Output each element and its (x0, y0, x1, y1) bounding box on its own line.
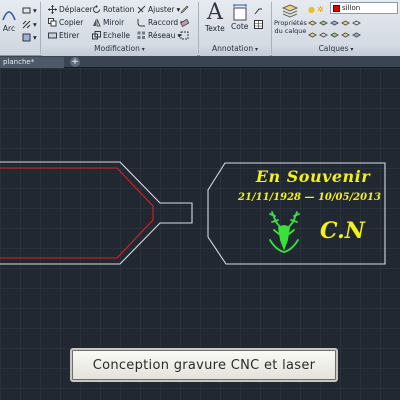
rotate-icon (92, 4, 101, 14)
souvenir-text: En Souvenir (255, 167, 371, 186)
hatch-icon (22, 20, 31, 29)
trim-button[interactable]: Ajuster ▾ (137, 3, 180, 15)
layer-stack-icon (282, 4, 299, 18)
pencil-icon (180, 5, 189, 14)
trim-icon (137, 5, 146, 14)
layer-tool-icon (330, 31, 339, 41)
caption-text: Conception gravure CNC et laser (92, 357, 316, 373)
mirror-label: Miroir (103, 17, 125, 27)
array-icon (137, 31, 146, 40)
initials-text: C.N (320, 218, 365, 244)
annotation-panel-title[interactable]: Annotation (200, 43, 270, 55)
region-icon (22, 33, 31, 42)
explode-icon (180, 31, 189, 40)
layer-tool-icon (352, 31, 361, 41)
lightbulb-icon: ● (308, 4, 315, 14)
layer-name: sillon (342, 4, 361, 12)
layer-tool-icon (308, 19, 317, 29)
table-icon (254, 19, 263, 29)
rectangle-icon (22, 6, 31, 15)
layer-tools-row-2[interactable] (308, 30, 361, 42)
leader-icon (254, 6, 263, 15)
layer-dropdown[interactable]: sillon (330, 2, 398, 14)
arc-icon (2, 11, 16, 21)
dates-text: 21/11/1928 — 10/05/2013 (238, 192, 381, 203)
layer-properties-label-2: du calque (274, 27, 307, 35)
dimension-icon (233, 4, 247, 21)
erase-button[interactable] (180, 16, 189, 28)
trim-label: Ajuster (148, 4, 175, 14)
copy-icon (48, 17, 57, 27)
arc-button[interactable]: Arc (1, 4, 17, 33)
plus-icon: + (71, 57, 79, 67)
layer-properties-label-1: Propriétés (274, 19, 307, 27)
layer-tool-icon (308, 31, 317, 41)
scale-label: Echelle (103, 30, 131, 40)
pencil-button[interactable] (180, 3, 189, 15)
new-tab-button[interactable]: + (70, 57, 80, 67)
layer-tool-icon (330, 19, 339, 29)
tab-planche[interactable]: planche* (0, 57, 64, 68)
dimension-label: Cote (231, 22, 249, 31)
tab-label: planche* (3, 58, 35, 66)
caption-banner: Conception gravure CNC et laser (70, 348, 338, 382)
deer-emblem (269, 211, 300, 253)
layer-tool-icon (341, 19, 350, 29)
layer-tool-icon (319, 19, 328, 29)
document-tab-bar: planche* + (0, 56, 400, 68)
fillet-button[interactable]: Raccord ▾ (137, 16, 184, 28)
layer-tool-icon (352, 19, 361, 29)
scale-icon (92, 30, 101, 40)
erase-icon (180, 18, 189, 27)
layers-panel-title[interactable]: Calques (272, 43, 400, 55)
multileader-button[interactable] (254, 4, 263, 16)
text-label: Texte (205, 24, 225, 33)
ribbon: Arc ▾ ▾ ▾ Déplacer Rotation Ajuster ▾ Co… (0, 0, 400, 56)
stretch-label: Etirer (59, 30, 80, 40)
left-part-engrave-path (0, 167, 154, 259)
layer-color-swatch (333, 4, 340, 12)
left-part-outline (0, 161, 193, 265)
modification-panel-title[interactable]: Modification (42, 43, 197, 55)
stretch-icon (48, 31, 57, 40)
fillet-icon (137, 18, 146, 27)
move-button[interactable]: Déplacer (48, 3, 93, 15)
layer-state-icons[interactable]: ● ✲ (308, 3, 324, 15)
text-button[interactable]: A Texte (205, 0, 225, 34)
layer-tool-icon (341, 31, 350, 41)
scale-button[interactable]: Echelle (92, 29, 130, 41)
copy-label: Copier (59, 17, 84, 27)
draw-tool-3[interactable]: ▾ (22, 31, 37, 43)
draw-tool-2[interactable]: ▾ (22, 18, 37, 30)
rotate-button[interactable]: Rotation (92, 3, 134, 15)
text-a-icon: A (206, 0, 223, 25)
layer-tool-icon (319, 31, 328, 41)
arc-label: Arc (2, 24, 16, 33)
fillet-label: Raccord (148, 17, 179, 27)
stretch-button[interactable]: Etirer (48, 29, 79, 41)
mirror-button[interactable]: Miroir (92, 16, 124, 28)
explode-button[interactable] (180, 29, 189, 41)
layer-properties-button[interactable]: Propriétés du calque (274, 3, 307, 35)
move-label: Déplacer (59, 4, 93, 14)
rotate-label: Rotation (103, 4, 135, 14)
move-icon (48, 4, 57, 14)
copy-button[interactable]: Copier (48, 16, 83, 28)
mirror-icon (92, 18, 101, 27)
dimension-button[interactable]: Cote (231, 4, 248, 31)
sun-icon: ✲ (316, 4, 324, 14)
table-button[interactable] (254, 18, 263, 30)
layer-tools-row-1[interactable] (308, 18, 361, 30)
array-button[interactable]: Réseau ▾ (137, 29, 181, 41)
array-label: Réseau (148, 30, 176, 40)
draw-tool-1[interactable]: ▾ (22, 4, 37, 16)
